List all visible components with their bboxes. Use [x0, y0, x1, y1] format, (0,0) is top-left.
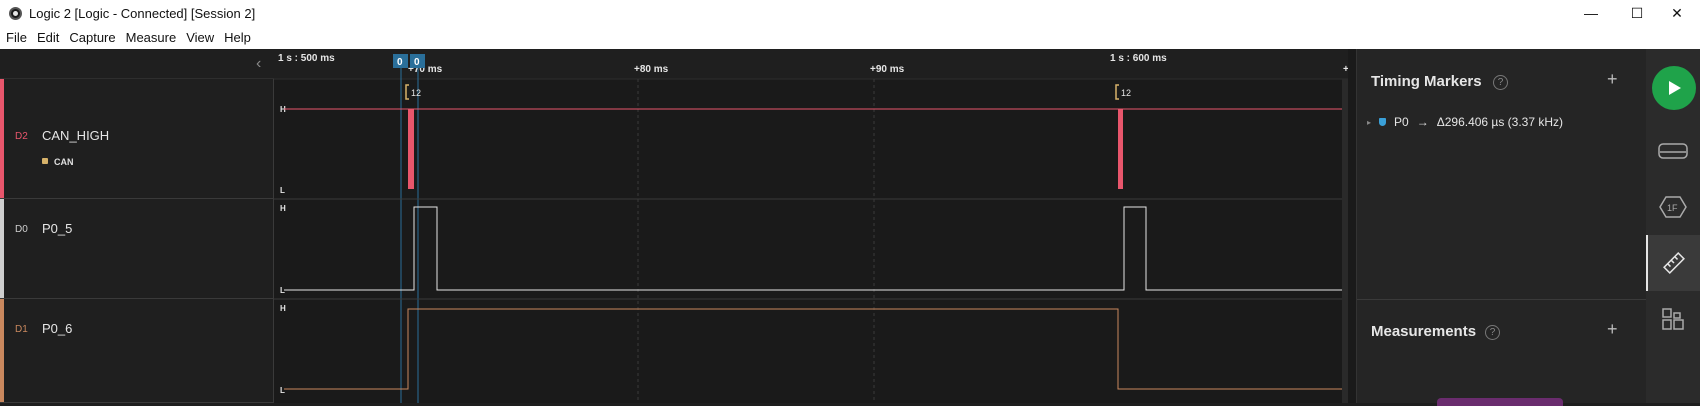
- channel-d0[interactable]: D0 P0_5: [0, 199, 274, 299]
- waveform-view[interactable]: 1 s : 500 ms +70 ms +80 ms +90 ms +1 1 s…: [274, 49, 1348, 403]
- analyzers-button[interactable]: [1646, 123, 1700, 179]
- p0-6-trace: [284, 308, 1348, 390]
- channel-color-bar: [0, 199, 4, 298]
- channel-color-bar: [0, 299, 4, 402]
- level-low-label: L: [280, 186, 285, 195]
- add-marker-icon[interactable]: +: [1607, 69, 1618, 90]
- can-frame-bracket: [1115, 84, 1119, 100]
- extensions-button[interactable]: 1F: [1646, 179, 1700, 235]
- start-capture-button[interactable]: [1652, 66, 1696, 110]
- p0-5-trace: [284, 206, 1348, 291]
- menu-file[interactable]: File: [6, 30, 27, 45]
- measure-icon: [1663, 252, 1685, 274]
- ruler-tick-label: +1: [1343, 64, 1348, 75]
- window-title: Logic 2 [Logic - Connected] [Session 2]: [29, 6, 256, 21]
- measure-button[interactable]: [1646, 235, 1700, 291]
- extensions-icon: 1F: [1659, 196, 1687, 218]
- logic-app-icon: [9, 7, 22, 20]
- timing-marker-label: 0: [397, 57, 403, 68]
- channel-color-bar: [0, 79, 4, 198]
- menu-edit[interactable]: Edit: [37, 30, 59, 45]
- chevron-right-icon[interactable]: ▸: [1367, 118, 1371, 127]
- channel-list: ‹ D2 CAN_HIGH CAN D0 P0_5 D1 P0_6: [0, 49, 274, 403]
- layout-button[interactable]: [1646, 291, 1700, 347]
- ruler-left-label: 1 s : 500 ms: [278, 53, 335, 64]
- timing-marker-label: 0: [414, 57, 420, 68]
- purple-button-edge[interactable]: [1437, 398, 1563, 406]
- waveform-canvas[interactable]: 1 s : 500 ms +70 ms +80 ms +90 ms +1 1 s…: [274, 49, 1348, 403]
- right-toolbar: 1F: [1646, 49, 1700, 403]
- ruler-tick-label: +80 ms: [634, 64, 669, 75]
- ruler-tick-label: +90 ms: [870, 64, 905, 75]
- channel-name[interactable]: CAN_HIGH: [42, 128, 109, 143]
- timing-marker-row[interactable]: ▸ P0 → Δ296.406 µs (3.37 kHz): [1367, 115, 1563, 129]
- minimize-button[interactable]: —: [1568, 0, 1614, 26]
- channel-id: D2: [15, 131, 28, 142]
- arrow-right-icon: →: [1416, 115, 1429, 129]
- close-button[interactable]: ✕: [1654, 0, 1700, 26]
- level-high-label: H: [280, 304, 286, 313]
- channel-name[interactable]: P0_6: [42, 321, 72, 336]
- title-bar: Logic 2 [Logic - Connected] [Session 2] …: [0, 0, 1700, 26]
- help-icon[interactable]: ?: [1493, 75, 1508, 90]
- can-pulse[interactable]: [1118, 109, 1123, 189]
- menu-measure[interactable]: Measure: [126, 30, 177, 45]
- analyzer-name[interactable]: CAN: [54, 157, 74, 167]
- can-frame-label[interactable]: 12: [1121, 88, 1131, 98]
- menu-help[interactable]: Help: [224, 30, 251, 45]
- channel-id: D0: [15, 224, 28, 235]
- can-frame-label[interactable]: 12: [411, 88, 421, 98]
- help-icon[interactable]: ?: [1485, 325, 1500, 340]
- play-icon: [1669, 81, 1681, 95]
- waveform-scrollbar[interactable]: [1342, 79, 1348, 403]
- level-high-label: H: [280, 204, 286, 213]
- marker-delta-value: Δ296.406 µs (3.37 kHz): [1436, 115, 1564, 129]
- level-low-label: L: [280, 386, 285, 395]
- can-frame-bracket: [405, 84, 409, 100]
- panel-divider: [1357, 299, 1647, 300]
- main-area: ‹ D2 CAN_HIGH CAN D0 P0_5 D1 P0_6 1 s: …: [0, 49, 1700, 406]
- measurements-title: Measurements: [1371, 323, 1477, 340]
- marker-shield-icon: [1379, 118, 1387, 126]
- timing-markers-title: Timing Markers: [1371, 73, 1482, 90]
- channel-d2[interactable]: D2 CAN_HIGH CAN: [0, 79, 274, 199]
- ruler-right-label: 1 s : 600 ms: [1110, 53, 1167, 64]
- can-pulse[interactable]: [408, 109, 414, 189]
- channel-d1[interactable]: D1 P0_6: [0, 299, 274, 403]
- menu-capture[interactable]: Capture: [69, 30, 115, 45]
- add-measurement-icon[interactable]: +: [1607, 319, 1618, 340]
- side-panel: Timing Markers ? + ▸ P0 → Δ296.406 µs (3…: [1356, 49, 1647, 406]
- menu-bar: File Edit Capture Measure View Help: [0, 26, 1700, 49]
- channel-header: ‹: [0, 49, 274, 79]
- channel-name[interactable]: P0_5: [42, 221, 72, 236]
- channel-id: D1: [15, 324, 28, 335]
- analyzers-icon: [1658, 143, 1688, 159]
- layout-icon: [1662, 308, 1684, 330]
- menu-view[interactable]: View: [186, 30, 214, 45]
- analyzer-color-dot: [42, 158, 48, 164]
- marker-name: P0: [1394, 115, 1409, 129]
- svg-text:1F: 1F: [1667, 203, 1678, 213]
- chevron-left-icon[interactable]: ‹: [256, 55, 261, 73]
